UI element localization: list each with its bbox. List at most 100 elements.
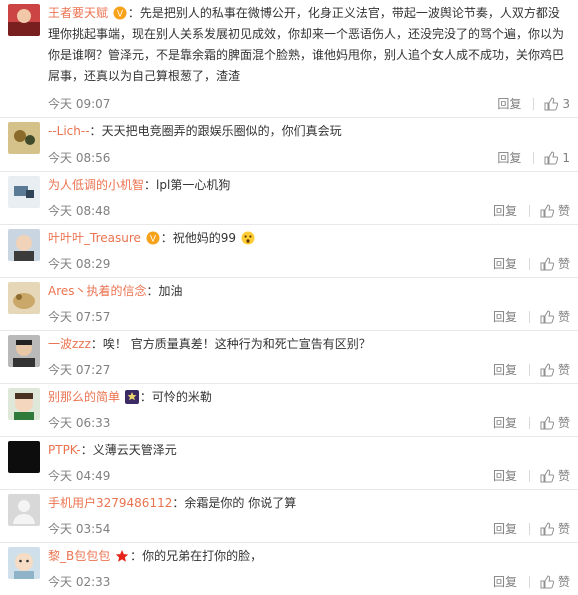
username-link[interactable]: 一波zzz [48, 337, 91, 351]
comment-item: 为人低调的小机智：lpl第一心机狗 今天 08:48 回复 赞 [0, 172, 578, 225]
username-link[interactable]: 为人低调的小机智 [48, 178, 144, 192]
thumbs-up-icon [540, 310, 554, 324]
like-button[interactable]: 赞 [540, 203, 570, 219]
star-badge-icon [124, 390, 139, 404]
avatar[interactable] [8, 122, 40, 154]
like-count: 赞 [557, 204, 570, 218]
username-link[interactable]: 黎_B包包包 [48, 549, 110, 563]
comment-actions: 回复 赞 [493, 468, 570, 484]
comment-item: Ares丶执着的信念：加油 今天 07:57 回复 赞 [0, 278, 578, 331]
thumbs-up-icon [540, 522, 554, 536]
avatar[interactable] [8, 282, 40, 314]
avatar[interactable] [8, 4, 40, 36]
divider [528, 364, 530, 376]
comment-body: 一波zzz：唉！ 官方质量真差！这种行为和死亡宣告有区别？ [48, 337, 371, 351]
divider [528, 576, 530, 588]
timestamp: 今天 08:56 [48, 151, 111, 165]
username-link[interactable]: Ares丶执着的信念 [48, 284, 147, 298]
divider [528, 258, 530, 270]
comment-item: 黎_B包包包 ：你的兄弟在打你的脸， 今天 02:33 回复 赞 [0, 543, 578, 595]
comment-meta: 今天 03:54 回复 赞 [48, 521, 570, 537]
comment-item: 手机用户3279486112：余霜是你的 你说了算 今天 03:54 回复 赞 [0, 490, 578, 543]
like-count: 赞 [557, 522, 570, 536]
comment-item: 一波zzz：唉！ 官方质量真差！这种行为和死亡宣告有区别？ 今天 07:27 回… [0, 331, 578, 384]
avatar[interactable] [8, 494, 40, 526]
username-link[interactable]: 手机用户3279486112 [48, 496, 172, 510]
comment-meta: 今天 08:48 回复 赞 [48, 203, 570, 219]
comment-body: 别那么的简单 ：可怜的米勒 [48, 390, 212, 404]
comment-text: 余霜是你的 你说了算 [184, 496, 297, 510]
divider [528, 470, 530, 482]
timestamp: 今天 08:48 [48, 204, 111, 218]
comment-text: 加油 [158, 284, 183, 298]
like-button[interactable]: 3 [544, 96, 570, 112]
comment-actions: 回复 赞 [493, 256, 570, 272]
comment-actions: 回复 3 [497, 96, 570, 112]
comment-body: 叶叶叶_Treasure V ：祝他妈的99 [48, 228, 566, 249]
avatar[interactable] [8, 229, 40, 261]
timestamp: 今天 09:07 [48, 97, 111, 111]
divider [528, 417, 530, 429]
thumbs-up-icon [540, 575, 554, 589]
username-link[interactable]: PTPK- [48, 443, 81, 457]
comment-actions: 回复 赞 [493, 362, 570, 378]
reply-button[interactable]: 回复 [493, 415, 517, 431]
comment-body: PTPK-：义薄云天管泽元 [48, 443, 177, 457]
avatar[interactable] [8, 176, 40, 208]
shocked-emoji-icon [241, 231, 255, 245]
reply-button[interactable]: 回复 [493, 521, 517, 537]
avatar[interactable] [8, 441, 40, 473]
divider [528, 523, 530, 535]
reply-button[interactable]: 回复 [493, 256, 517, 272]
like-button[interactable]: 赞 [540, 415, 570, 431]
reply-button[interactable]: 回复 [493, 309, 517, 325]
reply-button[interactable]: 回复 [497, 96, 521, 112]
comment-body: 手机用户3279486112：余霜是你的 你说了算 [48, 496, 297, 510]
thumbs-up-icon [540, 416, 554, 430]
thumbs-up-icon [540, 204, 554, 218]
comment-body: Ares丶执着的信念：加油 [48, 284, 183, 298]
like-button[interactable]: 赞 [540, 309, 570, 325]
like-button[interactable]: 1 [544, 150, 570, 166]
thumbs-up-icon [540, 469, 554, 483]
comment-meta: 今天 09:07 回复 3 [48, 96, 570, 112]
comment-body: --Lich--：天天把电竞圈弄的跟娱乐圈似的，你们真会玩 [48, 124, 342, 138]
like-button[interactable]: 赞 [540, 521, 570, 537]
comment-text: lpl第一心机狗 [156, 178, 231, 192]
like-button[interactable]: 赞 [540, 468, 570, 484]
like-button[interactable]: 赞 [540, 574, 570, 590]
avatar[interactable] [8, 547, 40, 579]
like-count: 赞 [557, 575, 570, 589]
divider [528, 205, 530, 217]
comment-text: 唉！ 官方质量真差！这种行为和死亡宣告有区别？ [102, 337, 371, 351]
svg-text:V: V [150, 234, 156, 244]
reply-button[interactable]: 回复 [493, 468, 517, 484]
comment-meta: 今天 07:57 回复 赞 [48, 309, 570, 325]
divider [528, 311, 530, 323]
avatar[interactable] [8, 335, 40, 367]
timestamp: 今天 03:54 [48, 522, 111, 536]
reply-button[interactable]: 回复 [493, 203, 517, 219]
comment-text: 你的兄弟在打你的脸， [142, 549, 263, 563]
comment-text: 天天把电竞圈弄的跟娱乐圈似的，你们真会玩 [101, 124, 342, 138]
comment-item: PTPK-：义薄云天管泽元 今天 04:49 回复 赞 [0, 437, 578, 490]
username-link[interactable]: --Lich-- [48, 124, 90, 138]
timestamp: 今天 08:29 [48, 257, 111, 271]
thumbs-up-icon [540, 257, 554, 271]
vip-badge-icon: V [146, 231, 160, 245]
username-link[interactable]: 叶叶叶_Treasure [48, 231, 141, 245]
svg-text:V: V [117, 9, 123, 19]
reply-button[interactable]: 回复 [493, 362, 517, 378]
reply-button[interactable]: 回复 [493, 574, 517, 590]
thumbs-up-icon [544, 97, 559, 111]
like-button[interactable]: 赞 [540, 362, 570, 378]
comment-list: 王者要天赋 V ：先是把别人的私事在微博公开，化身正义法官，带起一波舆论节奏，人双… [0, 0, 578, 595]
avatar[interactable] [8, 388, 40, 420]
comment-text: 义薄云天管泽元 [92, 443, 177, 457]
username-link[interactable]: 别那么的简单 [48, 390, 120, 404]
like-button[interactable]: 赞 [540, 256, 570, 272]
comment-text: 祝他妈的99 [172, 231, 237, 245]
red-star-icon [115, 550, 129, 562]
reply-button[interactable]: 回复 [497, 150, 521, 166]
username-link[interactable]: 王者要天赋 [48, 6, 108, 20]
